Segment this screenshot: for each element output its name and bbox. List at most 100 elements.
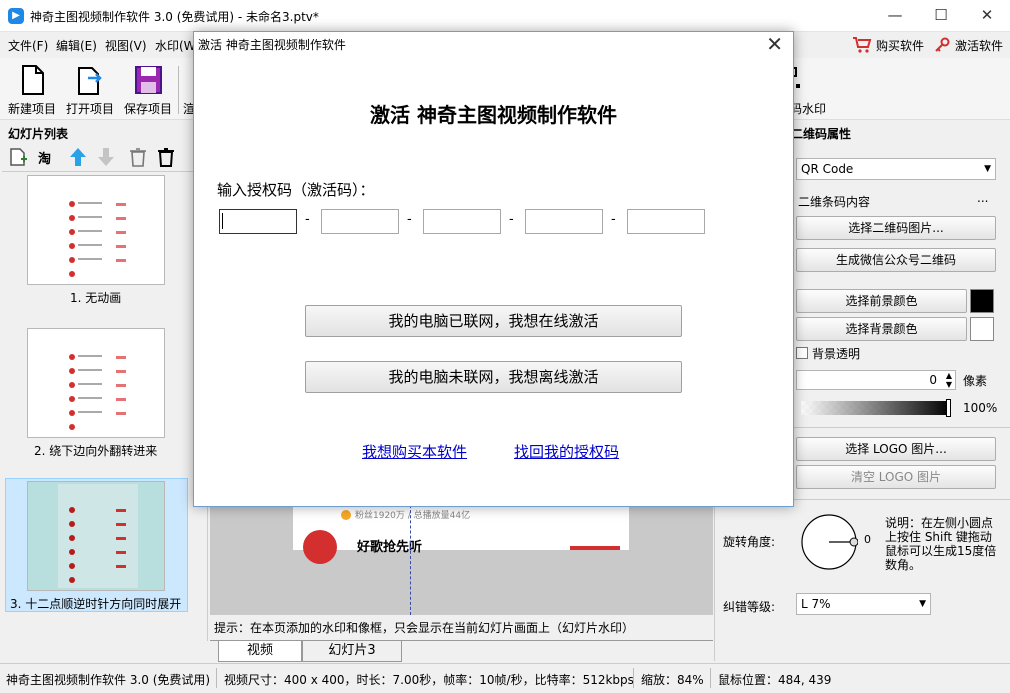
maximize-button[interactable]: ☐: [918, 0, 964, 32]
dialog-heading: 激活 神奇主图视频制作软件: [370, 103, 617, 127]
slide-list-header: 幻灯片列表: [8, 127, 69, 141]
menu-watermark[interactable]: 水印(W: [155, 37, 196, 54]
cart-icon: [852, 36, 872, 54]
window-title: 神奇主图视频制作软件 3.0 (免费试用) - 未命名3.ptv*: [30, 10, 319, 24]
activation-code-label: 输入授权码（激活码）：: [217, 181, 375, 199]
text-cursor: [222, 213, 223, 229]
hint-text: 提示：在本页添加的水印和像框，只会显示在当前幻灯片画面上（幻灯片水印）: [210, 616, 713, 640]
status-mouse-position: 鼠标位置：484, 439: [718, 673, 832, 687]
ecc-select[interactable]: L 7% ▼: [796, 593, 931, 615]
slide-preview-image: [58, 331, 138, 435]
delete-all-icon[interactable]: [156, 147, 176, 167]
window-close-button[interactable]: ✕: [964, 0, 1010, 32]
status-zoom: 缩放：84%: [641, 673, 704, 687]
dialog-close-button[interactable]: ✕: [766, 32, 783, 56]
opacity-value: 100%: [963, 401, 998, 415]
spinner-arrows-icon[interactable]: ▲ ▼: [946, 371, 952, 389]
song-title: 好歌抢先听: [357, 540, 423, 555]
fg-color-swatch[interactable]: [970, 289, 994, 313]
open-project-button[interactable]: 打开项目: [63, 64, 117, 117]
dialog-title: 激活 神奇主图视频制作软件: [198, 38, 346, 52]
move-up-icon[interactable]: [68, 147, 88, 167]
bg-transparent-checkbox[interactable]: [796, 347, 808, 359]
tab-video[interactable]: 视频: [218, 641, 302, 662]
title-bar: ▶ 神奇主图视频制作软件 3.0 (免费试用) - 未命名3.ptv* — ☐ …: [0, 0, 1010, 32]
slide-preview-image: [58, 484, 138, 588]
code-separator: -: [509, 212, 514, 227]
gen-wechat-qr-button[interactable]: 生成微信公众号二维码: [796, 248, 996, 272]
qr-watermark-label[interactable]: 码水印: [790, 100, 826, 117]
status-video-info: 视频尺寸：400 x 400，时长：7.00秒，帧率：10帧/秒，比特率：512…: [224, 673, 634, 687]
choose-logo-button[interactable]: 选择 LOGO 图片...: [796, 437, 996, 461]
choose-fg-color-button[interactable]: 选择前景颜色: [796, 289, 967, 313]
qr-type-value: QR Code: [801, 162, 854, 176]
menu-file[interactable]: 文件(F): [8, 37, 48, 54]
slide-thumbnail-1[interactable]: [27, 175, 165, 285]
clear-logo-button[interactable]: 清空 LOGO 图片: [796, 465, 996, 489]
slide-caption-1: 1. 无动画: [70, 291, 122, 305]
song-avatar: [303, 530, 337, 564]
save-project-button[interactable]: 保存项目: [121, 64, 175, 117]
slide-thumbnail-3[interactable]: [27, 481, 165, 591]
code-separator: -: [611, 212, 616, 227]
app-icon: ▶: [8, 8, 24, 24]
preview-slide-image: 粉丝1920万 / 总播放量44亿 好歌抢先听: [293, 500, 629, 564]
tab-bar: 视频 幻灯片3: [210, 640, 713, 662]
opacity-slider[interactable]: [801, 399, 951, 417]
opacity-slider-handle[interactable]: [946, 399, 951, 417]
pixel-unit-label: 像素: [963, 374, 988, 388]
slide-caption-2: 2. 绕下边向外翻转进来: [34, 444, 158, 458]
status-app-name: 神奇主图视频制作软件 3.0 (免费试用): [6, 673, 211, 687]
activate-software-button[interactable]: 激活软件: [955, 37, 1003, 54]
chevron-down-icon: ▼: [919, 599, 926, 609]
song-button: [570, 546, 620, 550]
menu-view[interactable]: 视图(V): [105, 37, 147, 54]
taobao-icon[interactable]: 淘: [38, 148, 51, 167]
center-guide-line: [410, 500, 411, 615]
retrieve-code-link[interactable]: 找回我的授权码: [514, 441, 619, 462]
qr-content-more-button[interactable]: ...: [977, 191, 988, 205]
ecc-value: L 7%: [801, 597, 831, 611]
code-field-4[interactable]: [525, 209, 603, 234]
slide-preview-image: [58, 178, 138, 282]
bg-color-swatch[interactable]: [970, 317, 994, 341]
fans-icon: [341, 510, 351, 520]
menu-edit[interactable]: 编辑(E): [56, 37, 97, 54]
add-slide-icon[interactable]: [8, 147, 28, 167]
move-down-icon[interactable]: [96, 147, 116, 167]
buy-software-button[interactable]: 购买软件: [876, 37, 924, 54]
choose-qr-image-button[interactable]: 选择二维码图片...: [796, 216, 996, 240]
new-project-button[interactable]: 新建项目: [5, 64, 59, 117]
panel-divider: [2, 171, 206, 172]
tab-slide3[interactable]: 幻灯片3: [302, 641, 402, 662]
key-icon: [934, 37, 950, 53]
slide-caption-3: 3. 十二点顺逆时针方向同时展开: [10, 597, 182, 611]
qr-content-label: 二维条码内容: [798, 195, 871, 209]
status-separator: [633, 668, 634, 688]
code-field-2[interactable]: [321, 209, 399, 234]
bg-transparent-label: 背景透明: [812, 347, 861, 361]
online-activate-button[interactable]: 我的电脑已联网，我想在线激活: [305, 305, 682, 337]
pixel-spinner[interactable]: 0 ▲ ▼: [796, 370, 956, 390]
status-separator: [216, 668, 217, 688]
buy-software-link[interactable]: 我想购买本软件: [362, 441, 467, 462]
status-bar: 神奇主图视频制作软件 3.0 (免费试用) 视频尺寸：400 x 400，时长：…: [0, 663, 1010, 693]
code-field-1[interactable]: [219, 209, 297, 234]
minimize-button[interactable]: —: [872, 0, 918, 32]
new-file-icon: [16, 64, 48, 96]
code-field-5[interactable]: [627, 209, 705, 234]
delete-slide-icon[interactable]: [128, 147, 148, 167]
choose-bg-color-button[interactable]: 选择背景颜色: [796, 317, 967, 341]
save-project-label: 保存项目: [123, 102, 172, 116]
slide-thumbnail-2[interactable]: [27, 328, 165, 438]
qr-type-select[interactable]: QR Code ▼: [796, 158, 996, 180]
preview-canvas[interactable]: 粉丝1920万 / 总播放量44亿 好歌抢先听: [210, 500, 713, 615]
offline-activate-button[interactable]: 我的电脑未联网，我想离线激活: [305, 361, 682, 393]
rotation-label: 旋转角度:: [723, 535, 776, 549]
save-disk-icon: [132, 64, 164, 96]
code-separator: -: [305, 212, 310, 227]
code-field-3[interactable]: [423, 209, 501, 234]
status-separator: [710, 668, 711, 688]
rotation-dial[interactable]: [800, 513, 859, 571]
open-project-label: 打开项目: [65, 102, 114, 116]
